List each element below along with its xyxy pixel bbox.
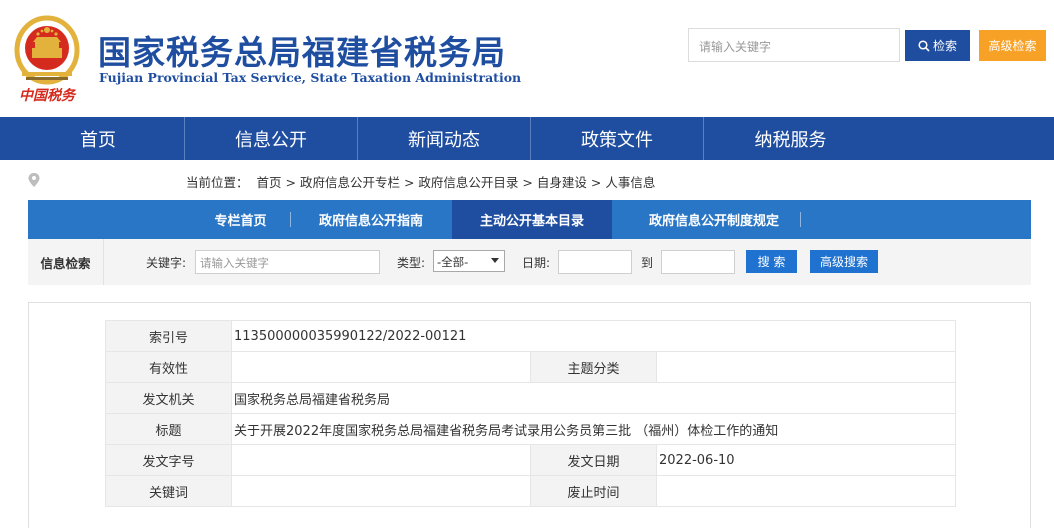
date-label: 日期:: [522, 256, 551, 270]
keyword-input[interactable]: 请输入关键字: [195, 250, 380, 274]
main-nav: 首页 信息公开 新闻动态 政策文件 纳税服务: [0, 117, 1054, 160]
validity-value: [231, 351, 531, 383]
index-value: 113500000035990122/2022-00121: [231, 320, 956, 352]
table-row: 索引号 113500000035990122/2022-00121: [105, 320, 956, 352]
issue-date-value: 2022-06-10: [656, 444, 956, 476]
breadcrumb-item-personnel[interactable]: 人事信息: [605, 175, 655, 190]
table-row: 发文字号 发文日期 2022-06-10: [105, 444, 956, 476]
breadcrumb-item-catalog[interactable]: 政府信息公开目录: [418, 175, 518, 190]
category-value: [656, 351, 956, 383]
nav-item-policy[interactable]: 政策文件: [531, 117, 704, 160]
tax-emblem-icon: 中国税务: [14, 15, 80, 104]
category-label: 主题分类: [530, 351, 657, 383]
date-to-label: 到: [641, 256, 654, 270]
search-button[interactable]: 搜 索: [746, 250, 797, 273]
top-search-button[interactable]: 检索: [905, 30, 970, 61]
breadcrumb: 当前位置： 首页 > 政府信息公开专栏 > 政府信息公开目录 > 自身建设 > …: [0, 160, 1054, 200]
keywords-label: 关键词: [105, 475, 232, 507]
breadcrumb-prefix: 当前位置：: [186, 175, 249, 190]
date-to-input[interactable]: [661, 250, 735, 274]
info-search-title: 信息检索: [28, 239, 104, 285]
chevron-down-icon: [491, 258, 499, 263]
top-search-button-label: 检索: [932, 39, 957, 53]
title-value: 关于开展2022年度国家税务总局福建省税务局考试录用公务员第三批 （福州）体检工…: [231, 413, 956, 445]
table-row: 有效性 主题分类: [105, 351, 956, 383]
svg-text:中国税务: 中国税务: [19, 87, 77, 104]
type-select-value: -全部-: [437, 255, 469, 269]
issuer-label: 发文机关: [105, 382, 232, 414]
breadcrumb-item-self-building[interactable]: 自身建设: [537, 175, 587, 190]
breadcrumb-item-home[interactable]: 首页: [256, 175, 281, 190]
table-row: 标题 关于开展2022年度国家税务总局福建省税务局考试录用公务员第三批 （福州）…: [105, 413, 956, 445]
title-label: 标题: [105, 413, 232, 445]
site-subtitle: Fujian Provincial Tax Service, State Tax…: [99, 70, 522, 85]
date-from-input[interactable]: [558, 250, 632, 274]
subnav-item-column-home[interactable]: 专栏首页: [193, 200, 288, 239]
site-header: 中国税务 国家税务总局福建省税务局 Fujian Provincial Tax …: [0, 0, 1054, 117]
issue-date-label: 发文日期: [530, 444, 657, 476]
subnav-item-regulations[interactable]: 政府信息公开制度规定: [614, 200, 814, 239]
top-advanced-search-button[interactable]: 高级检索: [979, 30, 1046, 61]
expiry-value: [656, 475, 956, 507]
docno-value: [231, 444, 531, 476]
nav-item-home[interactable]: 首页: [12, 117, 185, 160]
table-row: 发文机关 国家税务总局福建省税务局: [105, 382, 956, 414]
type-select[interactable]: -全部-: [433, 250, 505, 272]
nav-item-info-disclosure[interactable]: 信息公开: [185, 117, 358, 160]
content-panel: 索引号 113500000035990122/2022-00121 有效性 主题…: [28, 302, 1031, 528]
advanced-search-button[interactable]: 高级搜索: [810, 250, 878, 273]
table-row: 关键词 废止时间: [105, 475, 956, 507]
breadcrumb-separator: >: [403, 175, 415, 190]
subnav-item-catalog[interactable]: 主动公开基本目录: [452, 200, 612, 239]
validity-label: 有效性: [105, 351, 232, 383]
info-search-bar: 信息检索 关键字: 请输入关键字 类型: -全部- 日期: 到 搜 索 高级搜索: [28, 239, 1031, 285]
docno-label: 发文字号: [105, 444, 232, 476]
index-label: 索引号: [105, 320, 232, 352]
keyword-label: 关键字:: [146, 256, 187, 270]
document-info-table: 索引号 113500000035990122/2022-00121 有效性 主题…: [105, 320, 956, 507]
top-search-input[interactable]: 请输入关键字: [688, 28, 900, 62]
nav-item-tax-service[interactable]: 纳税服务: [704, 117, 877, 160]
subnav-divider: [800, 212, 801, 227]
issuer-value: 国家税务总局福建省税务局: [231, 382, 956, 414]
location-pin-icon: [28, 173, 40, 187]
sub-nav: 专栏首页 政府信息公开指南 主动公开基本目录 政府信息公开制度规定: [28, 200, 1031, 239]
type-label: 类型:: [397, 256, 426, 270]
nav-item-news[interactable]: 新闻动态: [358, 117, 531, 160]
subnav-item-guide[interactable]: 政府信息公开指南: [291, 200, 451, 239]
breadcrumb-separator: >: [590, 175, 602, 190]
breadcrumb-separator: >: [522, 175, 533, 190]
search-icon: [918, 39, 930, 52]
site-title: 国家税务总局福建省税务局: [98, 33, 506, 72]
breadcrumb-item-column[interactable]: 政府信息公开专栏: [300, 175, 400, 190]
expiry-label: 废止时间: [530, 475, 657, 507]
keywords-value: [231, 475, 531, 507]
breadcrumb-separator: >: [285, 175, 296, 190]
